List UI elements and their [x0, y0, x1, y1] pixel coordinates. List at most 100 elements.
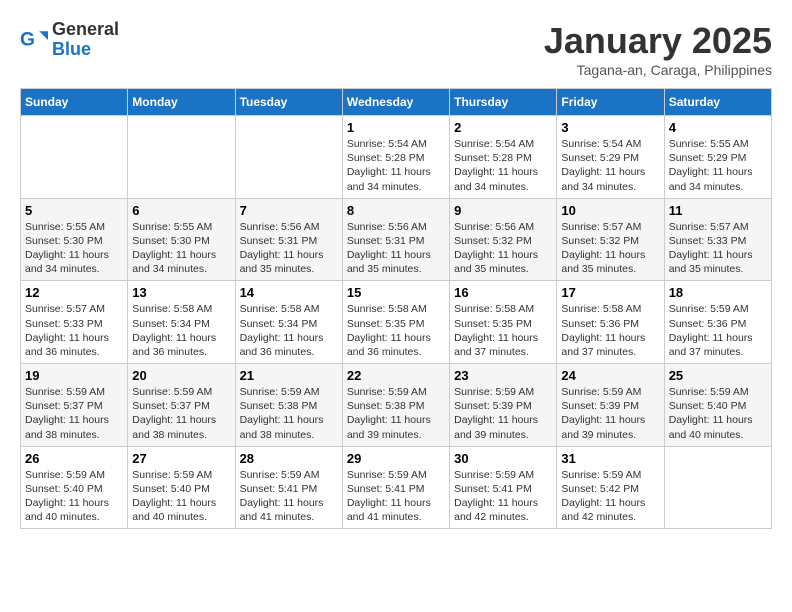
- calendar-cell: 12 Sunrise: 5:57 AM Sunset: 5:33 PM Dayli…: [21, 281, 128, 364]
- cell-content: Sunrise: 5:59 AM Sunset: 5:38 PM Dayligh…: [240, 385, 338, 442]
- calendar-week-row: 26Sunrise: 5:59 AM Sunset: 5:40 PM Dayli…: [21, 446, 772, 529]
- calendar-cell: 20 Sunrise: 5:59 AM Sunset: 5:37 PM Dayli…: [128, 364, 235, 447]
- day-number: 4: [669, 120, 767, 135]
- cell-content: Sunrise: 5:56 AM Sunset: 5:31 PM Dayligh…: [347, 220, 445, 277]
- cell-content: Sunrise: 5:57 AM Sunset: 5:33 PM Dayligh…: [25, 302, 123, 359]
- day-number: 18: [669, 285, 767, 300]
- day-number: 30: [454, 451, 552, 466]
- cell-content: Sunrise: 5:58 AM Sunset: 5:34 PM Dayligh…: [132, 302, 230, 359]
- calendar-week-row: 12 Sunrise: 5:57 AM Sunset: 5:33 PM Dayli…: [21, 281, 772, 364]
- calendar-table: SundayMondayTuesdayWednesdayThursdayFrid…: [20, 88, 772, 529]
- calendar-week-row: 1 Sunrise: 5:54 AM Sunset: 5:28 PM Daylig…: [21, 116, 772, 199]
- cell-content: Sunrise: 5:59 AM Sunset: 5:41 PM Dayligh…: [454, 468, 552, 525]
- day-number: 16: [454, 285, 552, 300]
- cell-content: Sunrise: 5:56 AM Sunset: 5:32 PM Dayligh…: [454, 220, 552, 277]
- cell-content: Sunrise: 5:59 AM Sunset: 5:39 PM Dayligh…: [561, 385, 659, 442]
- calendar-cell: 8 Sunrise: 5:56 AM Sunset: 5:31 PM Daylig…: [342, 198, 449, 281]
- calendar-body: 1 Sunrise: 5:54 AM Sunset: 5:28 PM Daylig…: [21, 116, 772, 529]
- calendar-cell: 31 Sunrise: 5:59 AM Sunset: 5:42 PM Dayli…: [557, 446, 664, 529]
- weekday-header-cell: Monday: [128, 89, 235, 116]
- day-number: 2: [454, 120, 552, 135]
- cell-content: Sunrise: 5:59 AM Sunset: 5:37 PM Dayligh…: [132, 385, 230, 442]
- calendar-cell: 25 Sunrise: 5:59 AM Sunset: 5:40 PM Dayli…: [664, 364, 771, 447]
- cell-content: Sunrise: 5:59 AM Sunset: 5:41 PM Dayligh…: [240, 468, 338, 525]
- day-number: 21: [240, 368, 338, 383]
- calendar-cell: 16 Sunrise: 5:58 AM Sunset: 5:35 PM Dayli…: [450, 281, 557, 364]
- calendar-cell: 27 Sunrise: 5:59 AM Sunset: 5:40 PM Dayli…: [128, 446, 235, 529]
- logo-text: General Blue: [52, 20, 119, 60]
- calendar-cell: [128, 116, 235, 199]
- calendar-week-row: 5 Sunrise: 5:55 AM Sunset: 5:30 PM Daylig…: [21, 198, 772, 281]
- day-number: 31: [561, 451, 659, 466]
- weekday-header-cell: Friday: [557, 89, 664, 116]
- cell-content: Sunrise: 5:59 AM Sunset: 5:42 PM Dayligh…: [561, 468, 659, 525]
- day-number: 20: [132, 368, 230, 383]
- calendar-cell: 29 Sunrise: 5:59 AM Sunset: 5:41 PM Dayli…: [342, 446, 449, 529]
- day-number: 5: [25, 203, 123, 218]
- weekday-header-cell: Saturday: [664, 89, 771, 116]
- cell-content: Sunrise: 5:55 AM Sunset: 5:30 PM Dayligh…: [25, 220, 123, 277]
- day-number: 1: [347, 120, 445, 135]
- calendar-cell: 21 Sunrise: 5:59 AM Sunset: 5:38 PM Dayli…: [235, 364, 342, 447]
- day-number: 27: [132, 451, 230, 466]
- day-number: 19: [25, 368, 123, 383]
- day-number: 3: [561, 120, 659, 135]
- cell-content: Sunrise: 5:54 AM Sunset: 5:28 PM Dayligh…: [454, 137, 552, 194]
- calendar-cell: [664, 446, 771, 529]
- calendar-cell: 10 Sunrise: 5:57 AM Sunset: 5:32 PM Dayli…: [557, 198, 664, 281]
- calendar-cell: 22Sunrise: 5:59 AM Sunset: 5:38 PM Dayli…: [342, 364, 449, 447]
- weekday-header-cell: Wednesday: [342, 89, 449, 116]
- cell-content: Sunrise: 5:59 AM Sunset: 5:41 PM Dayligh…: [347, 468, 445, 525]
- calendar-cell: 2 Sunrise: 5:54 AM Sunset: 5:28 PM Daylig…: [450, 116, 557, 199]
- day-number: 10: [561, 203, 659, 218]
- cell-content: Sunrise: 5:57 AM Sunset: 5:33 PM Dayligh…: [669, 220, 767, 277]
- calendar-week-row: 19 Sunrise: 5:59 AM Sunset: 5:37 PM Dayli…: [21, 364, 772, 447]
- cell-content: Sunrise: 5:59 AM Sunset: 5:36 PM Dayligh…: [669, 302, 767, 359]
- cell-content: Sunrise: 5:59 AM Sunset: 5:40 PM Dayligh…: [669, 385, 767, 442]
- logo-icon: G: [20, 26, 48, 54]
- calendar-cell: 3 Sunrise: 5:54 AM Sunset: 5:29 PM Daylig…: [557, 116, 664, 199]
- logo-general: General: [52, 20, 119, 40]
- day-number: 28: [240, 451, 338, 466]
- title-block: January 2025 Tagana-an, Caraga, Philippi…: [544, 20, 772, 78]
- day-number: 29: [347, 451, 445, 466]
- day-number: 24: [561, 368, 659, 383]
- calendar-cell: 6Sunrise: 5:55 AM Sunset: 5:30 PM Daylig…: [128, 198, 235, 281]
- calendar-cell: 19 Sunrise: 5:59 AM Sunset: 5:37 PM Dayli…: [21, 364, 128, 447]
- cell-content: Sunrise: 5:58 AM Sunset: 5:35 PM Dayligh…: [454, 302, 552, 359]
- day-number: 12: [25, 285, 123, 300]
- calendar-cell: 7 Sunrise: 5:56 AM Sunset: 5:31 PM Daylig…: [235, 198, 342, 281]
- month-title: January 2025: [544, 20, 772, 62]
- day-number: 7: [240, 203, 338, 218]
- day-number: 13: [132, 285, 230, 300]
- weekday-header-row: SundayMondayTuesdayWednesdayThursdayFrid…: [21, 89, 772, 116]
- day-number: 8: [347, 203, 445, 218]
- weekday-header-cell: Thursday: [450, 89, 557, 116]
- calendar-cell: 23Sunrise: 5:59 AM Sunset: 5:39 PM Dayli…: [450, 364, 557, 447]
- calendar-cell: 15Sunrise: 5:58 AM Sunset: 5:35 PM Dayli…: [342, 281, 449, 364]
- cell-content: Sunrise: 5:59 AM Sunset: 5:40 PM Dayligh…: [25, 468, 123, 525]
- day-number: 6: [132, 203, 230, 218]
- weekday-header-cell: Sunday: [21, 89, 128, 116]
- cell-content: Sunrise: 5:54 AM Sunset: 5:29 PM Dayligh…: [561, 137, 659, 194]
- day-number: 22: [347, 368, 445, 383]
- cell-content: Sunrise: 5:55 AM Sunset: 5:29 PM Dayligh…: [669, 137, 767, 194]
- calendar-cell: [21, 116, 128, 199]
- calendar-cell: 9 Sunrise: 5:56 AM Sunset: 5:32 PM Daylig…: [450, 198, 557, 281]
- cell-content: Sunrise: 5:58 AM Sunset: 5:36 PM Dayligh…: [561, 302, 659, 359]
- day-number: 11: [669, 203, 767, 218]
- day-number: 25: [669, 368, 767, 383]
- cell-content: Sunrise: 5:59 AM Sunset: 5:37 PM Dayligh…: [25, 385, 123, 442]
- calendar-cell: 11 Sunrise: 5:57 AM Sunset: 5:33 PM Dayli…: [664, 198, 771, 281]
- cell-content: Sunrise: 5:57 AM Sunset: 5:32 PM Dayligh…: [561, 220, 659, 277]
- cell-content: Sunrise: 5:59 AM Sunset: 5:40 PM Dayligh…: [132, 468, 230, 525]
- calendar-cell: 17 Sunrise: 5:58 AM Sunset: 5:36 PM Dayli…: [557, 281, 664, 364]
- logo: G General Blue: [20, 20, 119, 60]
- calendar-cell: 4 Sunrise: 5:55 AM Sunset: 5:29 PM Daylig…: [664, 116, 771, 199]
- calendar-cell: 14Sunrise: 5:58 AM Sunset: 5:34 PM Dayli…: [235, 281, 342, 364]
- day-number: 17: [561, 285, 659, 300]
- svg-text:G: G: [20, 29, 35, 50]
- calendar-cell: 28 Sunrise: 5:59 AM Sunset: 5:41 PM Dayli…: [235, 446, 342, 529]
- day-number: 9: [454, 203, 552, 218]
- cell-content: Sunrise: 5:56 AM Sunset: 5:31 PM Dayligh…: [240, 220, 338, 277]
